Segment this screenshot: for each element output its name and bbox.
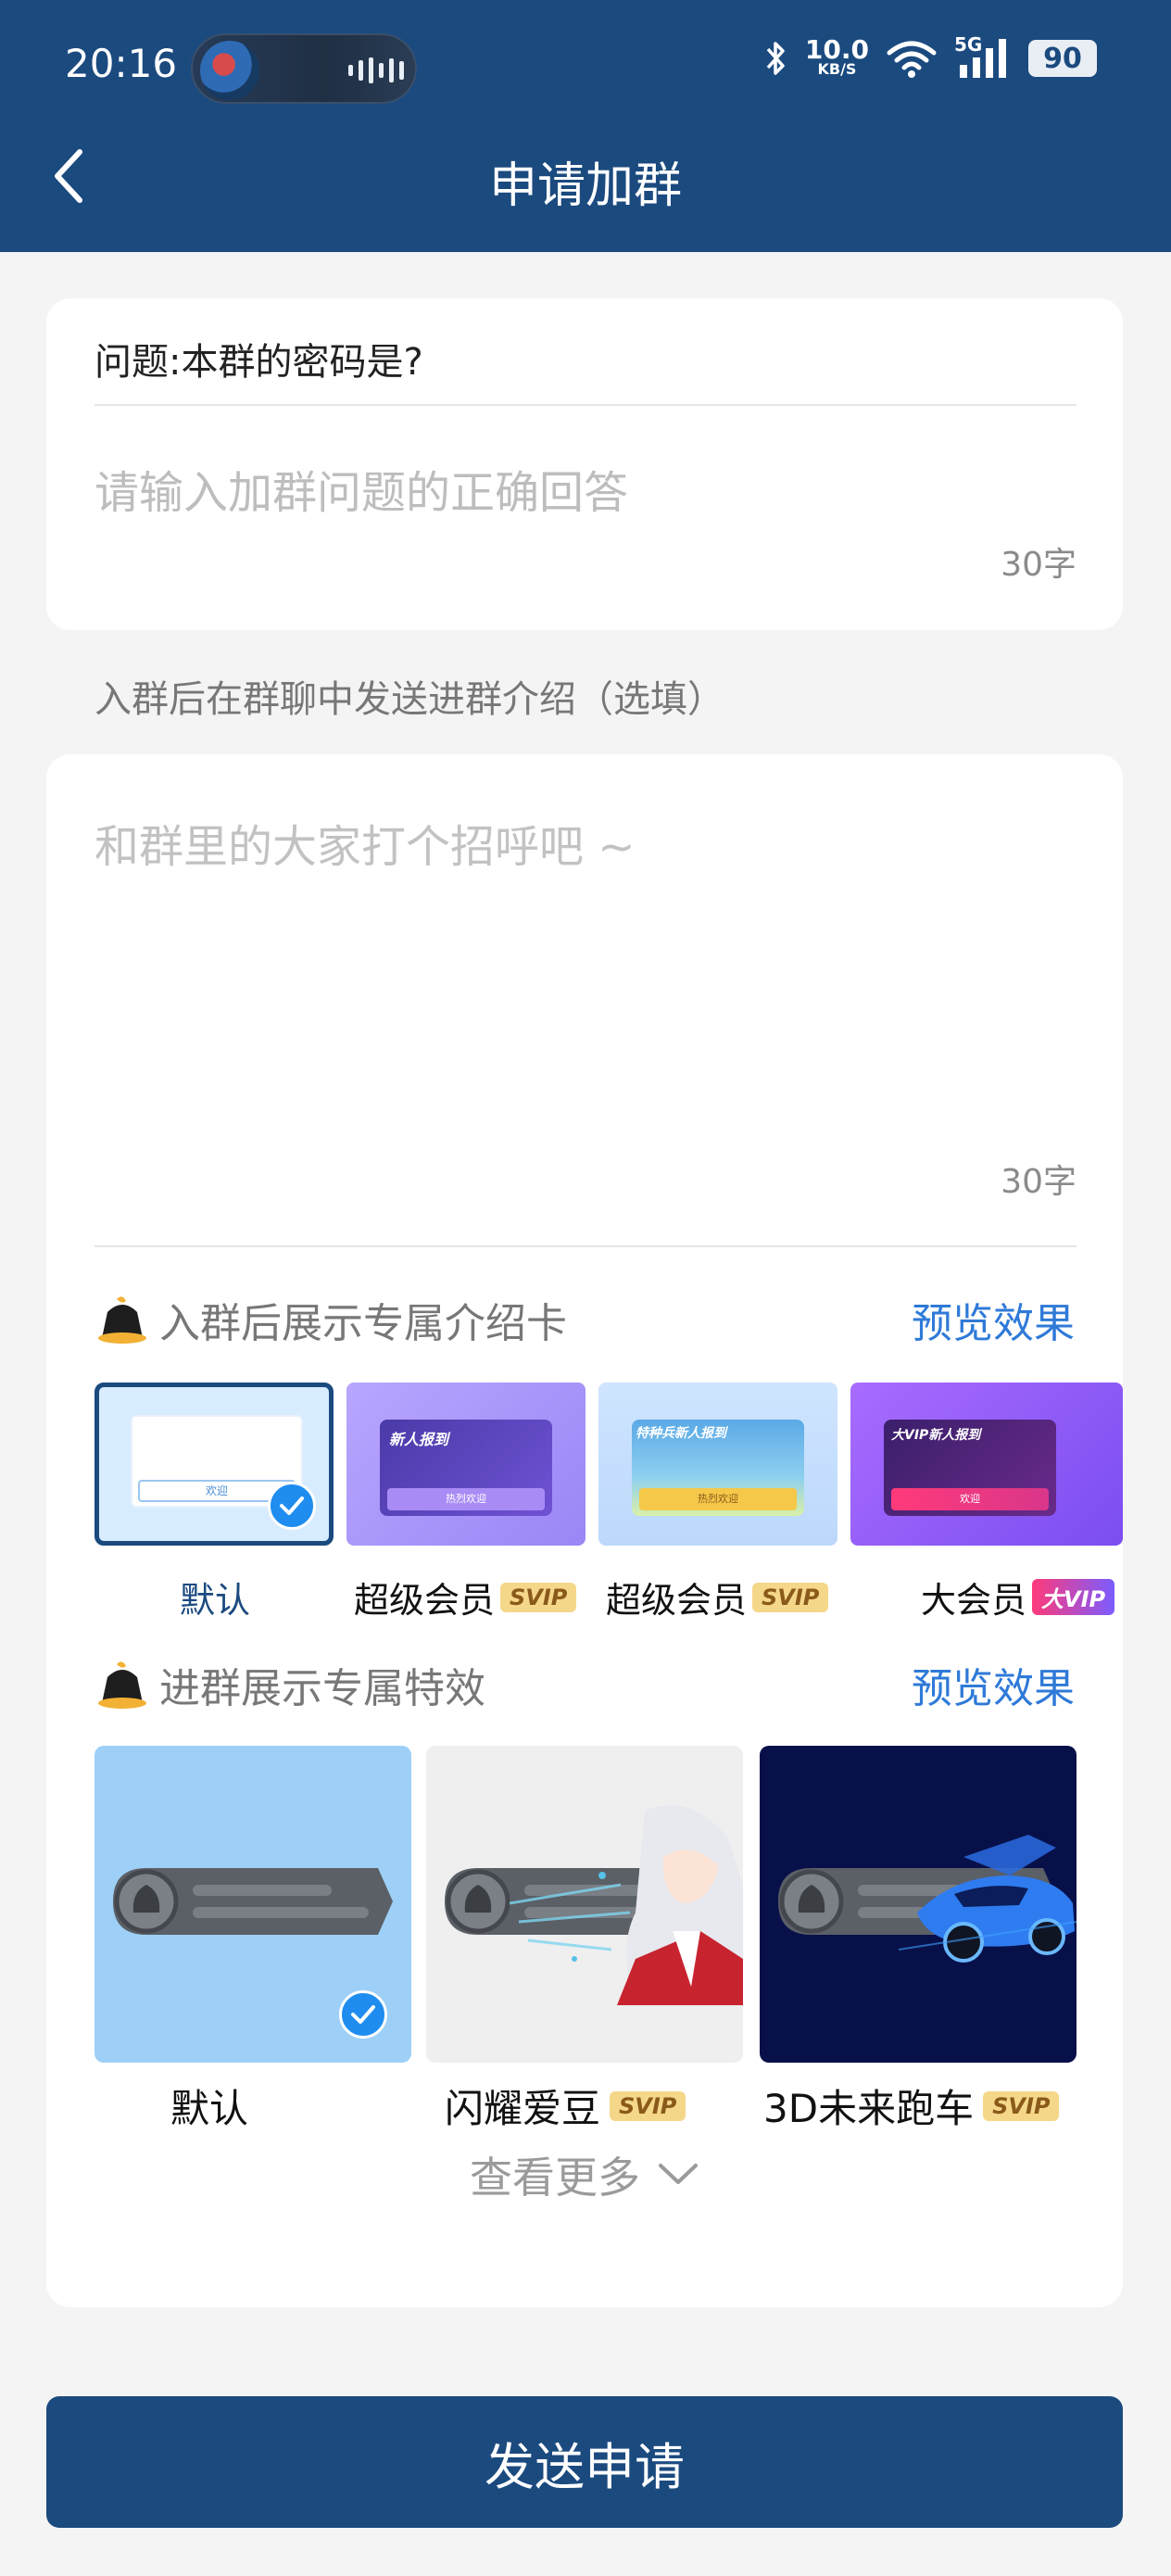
sparkle-lines bbox=[510, 1872, 631, 1962]
divider bbox=[94, 1245, 1077, 1247]
intro-char-counter: 30字 bbox=[1001, 1163, 1077, 1201]
effect-option-default[interactable] bbox=[94, 1746, 411, 2063]
effect-preview-link[interactable]: 预览效果 bbox=[912, 1655, 1075, 1714]
net-speed: 10.0 KB/S bbox=[804, 34, 869, 78]
effect-list: 默认 闪耀爱豆 SVIP 3D未来跑车 SVIP bbox=[94, 1746, 1123, 2153]
question-text: 问题:本群的密码是? bbox=[94, 341, 423, 384]
answer-placeholder: 请输入加群问题的正确回答 bbox=[94, 467, 629, 519]
intro-card-label-bigvip: 大会员 大VIP bbox=[921, 1572, 1115, 1623]
status-icons: 10.0 KB/S 5G 90 bbox=[764, 33, 1097, 80]
status-time: 20:16 bbox=[65, 41, 178, 86]
intro-card-preview-link[interactable]: 预览效果 bbox=[912, 1290, 1075, 1349]
intro-card-option-bigvip[interactable]: 大VIP新人报到 欢迎 bbox=[850, 1383, 1123, 1546]
effect-option-3d-car[interactable] bbox=[760, 1746, 1077, 2063]
question-card: 问题:本群的密码是? 请输入加群问题的正确回答 30字 bbox=[46, 298, 1123, 630]
app-header: 20:16 10.0 KB/S 5G 90 申请加群 bbox=[0, 0, 1171, 252]
effect-label-3d-car: 3D未来跑车 SVIP bbox=[763, 2077, 1060, 2134]
intro-card-label-svip-1: 超级会员 SVIP bbox=[354, 1572, 577, 1623]
crown-icon bbox=[94, 1659, 150, 1711]
send-request-button[interactable]: 发送申请 bbox=[46, 2396, 1123, 2528]
intro-input[interactable]: 和群里的大家打个招呼吧 ~ bbox=[46, 754, 1123, 1218]
intro-placeholder: 和群里的大家打个招呼吧 ~ bbox=[94, 821, 636, 873]
answer-char-counter: 30字 bbox=[1001, 546, 1077, 584]
intro-card-option-svip-2[interactable]: 特种兵新人报到 热烈欢迎 bbox=[598, 1383, 837, 1546]
svip-badge: SVIP bbox=[983, 2090, 1060, 2121]
battery-indicator: 90 bbox=[1028, 40, 1097, 77]
svip-badge: SVIP bbox=[500, 1582, 577, 1612]
page-title: 申请加群 bbox=[488, 158, 682, 214]
svip-badge: SVIP bbox=[752, 1582, 829, 1612]
crown-icon bbox=[94, 1294, 150, 1345]
sports-car-art bbox=[899, 1835, 1077, 1963]
intro-card: 和群里的大家打个招呼吧 ~ 30字 入群后展示专属介绍卡 预览效果 欢迎 默认 bbox=[46, 754, 1123, 2307]
selected-check-icon bbox=[268, 1482, 316, 1530]
intro-card-list: 欢迎 默认 新人报到 热烈欢迎 超级会员 SVIP 特种兵新人报到 热烈欢迎 超… bbox=[94, 1383, 1123, 1623]
intro-hint: 入群后在群聊中发送进群介绍（选填） bbox=[94, 678, 724, 721]
intro-card-section-title: 入群后展示专属介绍卡 bbox=[94, 1290, 567, 1349]
effect-option-idol[interactable] bbox=[426, 1746, 743, 2063]
card-welcome-text: 热烈欢迎 bbox=[639, 1488, 797, 1510]
see-more-button[interactable]: 查看更多 bbox=[46, 2144, 1123, 2205]
card-heading-text: 大VIP新人报到 bbox=[891, 1428, 981, 1443]
card-welcome-text: 欢迎 bbox=[891, 1488, 1049, 1510]
effect-section-title: 进群展示专属特效 bbox=[94, 1655, 485, 1714]
intro-card-label-svip-2: 超级会员 SVIP bbox=[606, 1572, 829, 1623]
entry-bar-preview bbox=[113, 1868, 393, 1935]
bigvip-badge: 大VIP bbox=[1032, 1579, 1115, 1615]
effect-label-default: 默认 bbox=[170, 2086, 249, 2131]
media-avatar bbox=[200, 41, 259, 100]
divider bbox=[94, 404, 1077, 406]
svip-badge: SVIP bbox=[610, 2090, 686, 2121]
card-heading-text: 新人报到 bbox=[389, 1431, 449, 1448]
media-playing-pill[interactable] bbox=[191, 33, 417, 104]
cell-signal-icon: 5G bbox=[954, 33, 1012, 80]
intro-card-option-default[interactable]: 欢迎 bbox=[94, 1383, 334, 1546]
intro-card-option-svip-1[interactable]: 新人报到 热烈欢迎 bbox=[346, 1383, 586, 1546]
card-welcome-text: 热烈欢迎 bbox=[387, 1488, 545, 1510]
card-heading-text: 特种兵新人报到 bbox=[636, 1426, 726, 1441]
answer-input[interactable]: 请输入加群问题的正确回答 bbox=[46, 419, 1123, 586]
effect-label-idol: 闪耀爱豆 SVIP bbox=[445, 2077, 686, 2134]
audio-wave-icon bbox=[348, 57, 404, 83]
selected-check-icon bbox=[339, 1990, 387, 2039]
wifi-icon bbox=[887, 41, 937, 78]
chevron-down-icon bbox=[659, 2164, 698, 2184]
intro-card-label-default: 默认 bbox=[180, 1580, 251, 1621]
bluetooth-icon bbox=[766, 42, 785, 75]
